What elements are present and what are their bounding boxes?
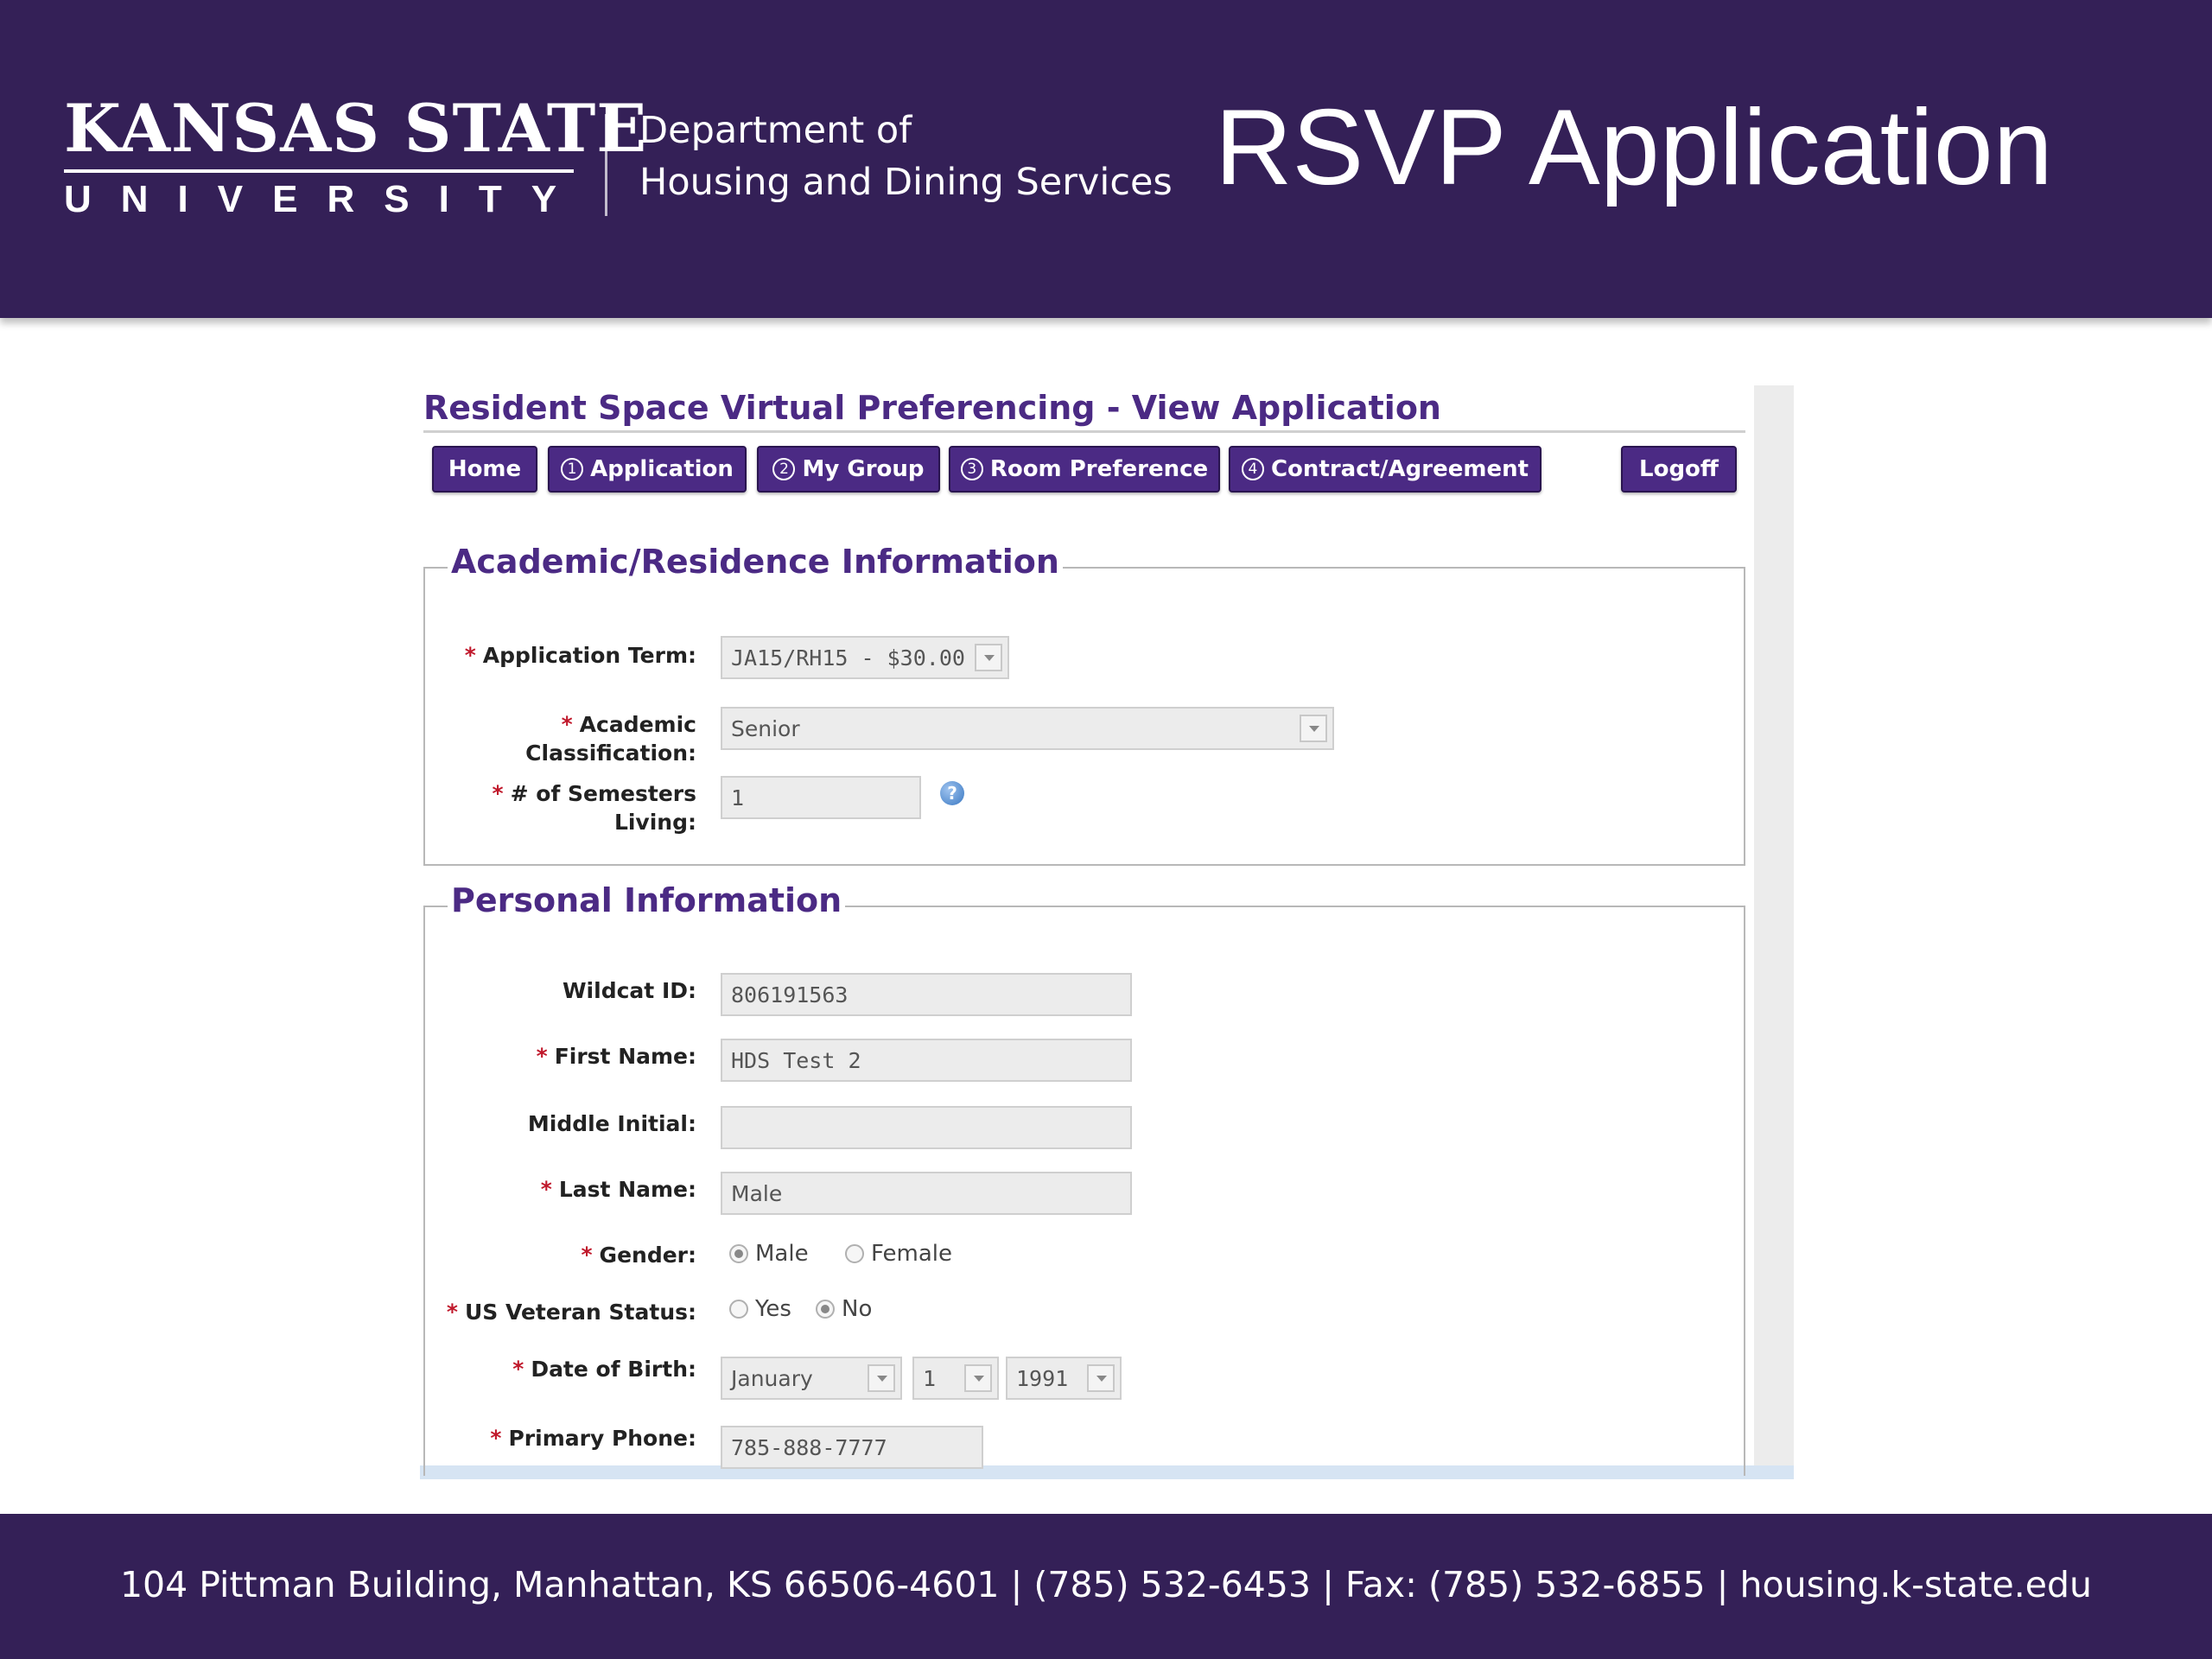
header-divider	[605, 114, 607, 216]
dob-day-select[interactable]: 1	[912, 1357, 999, 1400]
last-name-field[interactable]: Male	[721, 1172, 1132, 1215]
required-marker: *	[490, 1426, 502, 1451]
university-logo-wordmark: KANSAS STATE	[64, 90, 648, 167]
nav-my-group-label: My Group	[802, 456, 925, 482]
gender-label: * Gender:	[581, 1243, 696, 1268]
chevron-down-icon	[975, 644, 1002, 671]
semesters-living-value: 1	[731, 785, 745, 810]
first-name-label: * First Name:	[536, 1044, 696, 1069]
department-name-line1: Department of	[639, 109, 912, 152]
nav-contract-agreement-label: Contract/Agreement	[1270, 456, 1529, 482]
date-of-birth-label: * Date of Birth:	[512, 1357, 696, 1382]
footer-contact-info: 104 Pittman Building, Manhattan, KS 6650…	[119, 1564, 2093, 1605]
dob-day-value: 1	[923, 1365, 937, 1391]
help-icon[interactable]: ?	[940, 781, 964, 805]
chevron-down-icon	[1300, 715, 1327, 742]
step-1-icon: 1	[561, 458, 584, 480]
step-2-icon: 2	[772, 458, 796, 480]
academic-classification-value: Senior	[731, 715, 800, 741]
wildcat-id-value: 806191563	[731, 982, 849, 1007]
dob-month-select[interactable]: January	[721, 1357, 902, 1400]
wildcat-id-field[interactable]: 806191563	[721, 973, 1132, 1016]
logo-rule	[64, 169, 574, 173]
veteran-no-label: No	[842, 1296, 873, 1322]
application-term-value: JA15/RH15 - $30.00	[731, 645, 965, 671]
veteran-yes-label: Yes	[755, 1296, 791, 1322]
nav-home-button[interactable]: Home	[432, 446, 537, 493]
veteran-no-radio[interactable]	[816, 1300, 835, 1319]
slide-title: RSVP Application	[1215, 88, 2053, 207]
title-divider	[423, 430, 1745, 433]
required-marker: *	[492, 781, 504, 806]
wildcat-id-label: Wildcat ID:	[562, 978, 696, 1003]
veteran-status-label: * US Veteran Status:	[446, 1300, 696, 1325]
gender-female-label: Female	[871, 1241, 953, 1267]
personal-section-legend: Personal Information	[448, 881, 846, 919]
dob-month-value: January	[731, 1365, 813, 1391]
logoff-button[interactable]: Logoff	[1621, 446, 1737, 493]
middle-initial-label: Middle Initial:	[527, 1111, 696, 1136]
personal-information-section: Personal Information Wildcat ID: 8061915…	[423, 881, 1745, 1476]
primary-phone-label: * Primary Phone:	[490, 1426, 696, 1451]
nav-room-preference-button[interactable]: 3 Room Preference	[949, 446, 1220, 493]
dob-year-value: 1991	[1016, 1365, 1069, 1391]
step-4-icon: 4	[1241, 458, 1264, 480]
footer-banner: 104 Pittman Building, Manhattan, KS 6650…	[0, 1514, 2212, 1659]
nav-room-preference-label: Room Preference	[989, 456, 1209, 482]
first-name-field[interactable]: HDS Test 2	[721, 1039, 1132, 1082]
required-marker: *	[512, 1357, 524, 1382]
semesters-living-label: * # of Semesters Living:	[492, 781, 696, 835]
academic-section-legend: Academic/Residence Information	[448, 543, 1063, 581]
semesters-living-input[interactable]: 1	[721, 776, 921, 819]
nav-my-group-button[interactable]: 2 My Group	[757, 446, 940, 493]
required-marker: *	[561, 712, 573, 737]
required-marker: *	[464, 643, 476, 668]
last-name-label: * Last Name:	[540, 1177, 696, 1202]
logoff-label: Logoff	[1639, 456, 1719, 482]
required-marker: *	[581, 1243, 593, 1268]
nav-home-label: Home	[448, 456, 522, 482]
step-3-icon: 3	[960, 458, 983, 480]
last-name-value: Male	[731, 1180, 783, 1206]
first-name-value: HDS Test 2	[731, 1047, 861, 1073]
gender-female-radio[interactable]	[845, 1244, 864, 1263]
chevron-down-icon	[1087, 1364, 1115, 1392]
primary-phone-field[interactable]: 785-888-7777	[721, 1426, 983, 1469]
department-name-line2: Housing and Dining Services	[639, 161, 1173, 204]
chevron-down-icon	[964, 1364, 992, 1392]
gender-male-label: Male	[755, 1241, 809, 1267]
nav-application-button[interactable]: 1 Application	[548, 446, 747, 493]
required-marker: *	[446, 1300, 458, 1325]
required-marker: *	[536, 1044, 548, 1069]
application-term-label: * Application Term:	[464, 643, 696, 668]
nav-contract-agreement-button[interactable]: 4 Contract/Agreement	[1229, 446, 1541, 493]
middle-initial-field[interactable]	[721, 1106, 1132, 1149]
veteran-yes-radio[interactable]	[729, 1300, 748, 1319]
chevron-down-icon	[868, 1364, 895, 1392]
nav-application-label: Application	[590, 456, 734, 482]
academic-residence-section: Academic/Residence Information * Applicat…	[423, 543, 1745, 866]
university-logo-subtitle: UNIVERSITY	[64, 178, 587, 220]
vertical-scrollbar[interactable]	[1754, 385, 1794, 1465]
required-marker: *	[540, 1177, 552, 1202]
gender-male-radio[interactable]	[729, 1244, 748, 1263]
application-term-select[interactable]: JA15/RH15 - $30.00	[721, 636, 1009, 679]
dob-year-select[interactable]: 1991	[1006, 1357, 1122, 1400]
application-screenshot: Resident Space Virtual Preferencing - Vi…	[415, 385, 1794, 1483]
academic-classification-label: * Academic Classification:	[525, 712, 696, 766]
academic-classification-select[interactable]: Senior	[721, 707, 1334, 750]
header-banner: KANSAS STATE UNIVERSITY Department of Ho…	[0, 0, 2212, 318]
page-title: Resident Space Virtual Preferencing - Vi…	[423, 389, 1441, 427]
primary-phone-value: 785-888-7777	[731, 1434, 887, 1460]
